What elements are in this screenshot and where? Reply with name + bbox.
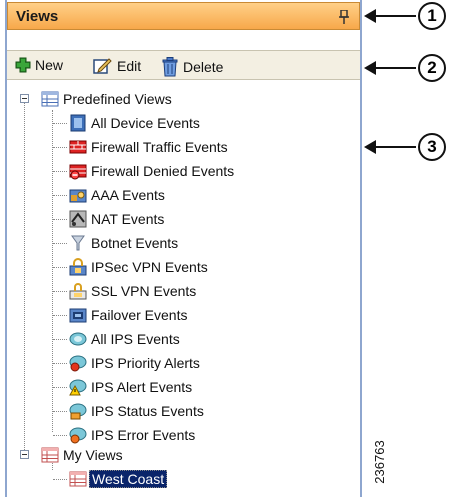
custom-view-icon [69,471,87,487]
edit-icon [93,58,112,74]
callout-arrow [364,9,416,23]
delete-button[interactable]: Delete [161,57,223,77]
ssl-vpn-icon [69,283,87,300]
tree-branch [53,267,67,268]
delete-button-label: Delete [183,59,224,75]
tree-node-label: SSL VPN Events [91,283,197,299]
tree-node-ips-priority-alerts[interactable]: IPS Priority Alerts [69,354,200,372]
new-button-label: New [35,57,64,73]
firewall-denied-icon [69,164,87,180]
tree-node-ssl-vpn-events[interactable]: SSL VPN Events [69,282,196,300]
tree-node-ipsec-vpn-events[interactable]: IPSec VPN Events [69,258,208,276]
panel-title: Views [16,8,59,25]
tree-node-label: Predefined Views [63,91,172,107]
new-button[interactable]: New [15,57,63,73]
tree-node-label: My Views [63,447,123,463]
views-panel: Views New Edit Delete Predefined Views A… [5,0,362,497]
ips-error-icon [69,427,87,444]
tree-branch [53,363,67,364]
predefined-expander[interactable] [20,94,29,103]
tree-branch [53,435,67,436]
tree-node-label: AAA Events [91,187,165,203]
tree-node-aaa-events[interactable]: AAA Events [69,186,165,204]
ips-icon [69,332,87,346]
views-tree: Predefined Views All Device Events Firew… [7,86,360,497]
tree-node-my-views[interactable]: My Views [41,446,123,464]
tree-node-west-coast[interactable]: West Coast [69,470,168,488]
nat-icon [69,210,87,228]
tree-node-label: IPS Alert Events [91,379,193,395]
tree-node-nat-events[interactable]: NAT Events [69,210,164,228]
failover-icon [69,308,87,323]
tree-node-firewall-denied-events[interactable]: Firewall Denied Events [69,162,234,180]
callout-3: 3 [418,133,446,161]
tree-line [24,100,25,454]
views-title-bar: Views [7,2,360,30]
tree-branch [53,219,67,220]
tree-branch [53,123,67,124]
views-toolbar: New Edit Delete [7,50,360,80]
callout-arrow [364,61,416,75]
tree-branch [53,291,67,292]
tree-branch [53,195,67,196]
ips-priority-icon [69,355,87,372]
plus-icon [15,57,31,73]
tree-branch [53,315,67,316]
tree-branch [53,147,67,148]
tree-branch [53,411,67,412]
ips-alert-icon [69,379,87,396]
trash-icon [162,57,178,77]
firewall-traffic-icon [69,140,87,154]
tree-branch [53,479,67,480]
tree-branch [53,171,67,172]
tree-branch [53,339,67,340]
tree-node-failover-events[interactable]: Failover Events [69,306,187,324]
view-folder-icon [41,91,59,107]
tree-node-ips-alert-events[interactable]: IPS Alert Events [69,378,192,396]
botnet-icon [71,235,85,251]
tree-node-label: IPS Error Events [91,427,196,443]
tree-node-label: All IPS Events [91,331,180,347]
my-views-folder-icon [41,447,59,463]
tree-branch [53,387,67,388]
tree-node-predefined-views[interactable]: Predefined Views [41,90,172,108]
tree-node-label: IPS Status Events [91,403,204,419]
tree-branch [53,243,67,244]
ips-status-icon [69,403,87,420]
tree-node-ips-error-events[interactable]: IPS Error Events [69,426,195,444]
tree-node-label: NAT Events [91,211,165,227]
tree-node-label: All Device Events [91,115,200,131]
tree-node-ips-status-events[interactable]: IPS Status Events [69,402,204,420]
figure-id: 236763 [371,440,387,484]
tree-node-label: Botnet Events [91,235,179,251]
tree-node-label: West Coast [89,470,168,488]
tree-node-label: IPS Priority Alerts [91,355,200,371]
tree-line [52,110,53,432]
tree-node-all-ips-events[interactable]: All IPS Events [69,330,180,348]
pin-icon[interactable] [339,10,349,24]
ipsec-vpn-icon [69,258,87,276]
tree-node-firewall-traffic-events[interactable]: Firewall Traffic Events [69,138,228,156]
tree-node-label: Failover Events [91,307,188,323]
tree-node-botnet-events[interactable]: Botnet Events [69,234,178,252]
my-views-expander[interactable] [20,450,29,459]
tree-node-label: Firewall Traffic Events [91,139,228,155]
callout-2: 2 [418,54,446,82]
aaa-icon [69,189,87,203]
callout-1: 1 [418,2,446,30]
tree-node-label: Firewall Denied Events [91,163,235,179]
tree-node-label: IPSec VPN Events [91,259,208,275]
callout-arrow [364,140,416,154]
device-events-icon [70,114,86,132]
edit-button-label: Edit [117,58,142,74]
tree-node-all-device-events[interactable]: All Device Events [69,114,200,132]
edit-button[interactable]: Edit [93,57,141,75]
